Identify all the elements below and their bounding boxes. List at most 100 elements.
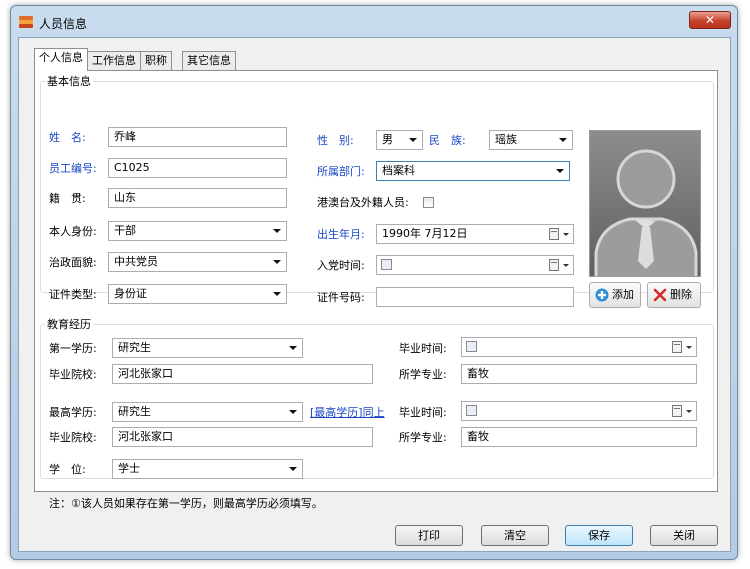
id-no-field[interactable] <box>376 287 574 307</box>
basic-info-legend: 基本信息 <box>47 75 91 88</box>
first-school-field[interactable]: 河北张家口 <box>112 364 373 384</box>
chevron-down-icon <box>686 346 692 349</box>
chevron-down-icon <box>556 169 564 173</box>
tab-personal-info[interactable]: 个人信息 <box>34 48 88 71</box>
chevron-down-icon <box>273 260 281 264</box>
academic-degree-value: 学士 <box>118 462 140 475</box>
plus-icon <box>595 288 609 302</box>
academic-degree-label: 学 位: <box>49 463 86 476</box>
first-grad-time-label: 毕业时间: <box>399 342 447 355</box>
first-degree-select[interactable]: 研究生 <box>112 338 303 358</box>
highest-grad-time-picker[interactable] <box>461 401 697 421</box>
tab-other-info[interactable]: 其它信息 <box>182 51 236 70</box>
party-date-label: 入党时间: <box>317 259 365 272</box>
calendar-icon <box>549 259 559 271</box>
highest-degree-value: 研究生 <box>118 405 151 418</box>
first-grad-time-picker[interactable] <box>461 337 697 357</box>
identity-value: 干部 <box>114 224 136 237</box>
chevron-down-icon <box>563 233 569 236</box>
first-grad-time-checkbox[interactable] <box>466 341 477 352</box>
id-type-value: 身份证 <box>114 287 147 300</box>
education-legend: 教育经历 <box>47 318 91 331</box>
delete-photo-button[interactable]: 删除 <box>647 282 701 308</box>
birth-date-picker[interactable]: 1990年 7月12日 <box>376 224 574 244</box>
first-degree-value: 研究生 <box>118 341 151 354</box>
personnel-window: 人员信息 ✕ 个人信息 工作信息 职称 其它信息 基本信息 姓 名: 乔峰 性 … <box>10 5 738 560</box>
native-place-label: 籍 贯: <box>49 192 86 205</box>
employee-no-label: 员工编号: <box>49 162 97 175</box>
id-no-label: 证件号码: <box>317 291 365 304</box>
first-major-label: 所学专业: <box>399 368 447 381</box>
chevron-down-icon <box>563 264 569 267</box>
party-date-picker[interactable] <box>376 255 574 275</box>
photo-placeholder <box>589 130 701 277</box>
first-school-label: 毕业院校: <box>49 368 97 381</box>
department-select[interactable]: 档案科 <box>376 161 570 181</box>
party-date-checkbox[interactable] <box>381 259 392 270</box>
first-degree-label: 第一学历: <box>49 342 97 355</box>
department-label: 所属部门: <box>317 165 365 178</box>
ethnicity-label: 民 族: <box>429 134 466 147</box>
birth-label: 出生年月: <box>317 228 365 241</box>
tab-title[interactable]: 职称 <box>140 51 172 70</box>
highest-major-label: 所学专业: <box>399 431 447 444</box>
print-button[interactable]: 打印 <box>395 525 463 546</box>
chevron-down-icon <box>273 292 281 296</box>
overseas-checkbox[interactable] <box>423 197 434 208</box>
department-value: 档案科 <box>382 164 415 177</box>
highest-school-field[interactable]: 河北张家口 <box>112 427 373 447</box>
political-value: 中共党员 <box>114 255 158 268</box>
calendar-icon <box>672 341 682 353</box>
chevron-down-icon <box>559 138 567 142</box>
close-window-button[interactable]: ✕ <box>689 11 731 29</box>
highest-degree-label: 最高学历: <box>49 406 97 419</box>
native-place-field[interactable]: 山东 <box>108 188 287 208</box>
chevron-down-icon <box>686 410 692 413</box>
window-title: 人员信息 <box>39 17 88 31</box>
highest-grad-time-label: 毕业时间: <box>399 406 447 419</box>
calendar-icon <box>549 228 559 240</box>
chevron-down-icon <box>289 467 297 471</box>
add-photo-button[interactable]: 添加 <box>589 282 641 308</box>
personal-info-panel: 基本信息 姓 名: 乔峰 性 别: 男 民 族: 瑶族 员工编号: C1025 … <box>34 70 718 510</box>
tab-work-info[interactable]: 工作信息 <box>87 51 141 70</box>
app-icon <box>19 16 33 28</box>
identity-label: 本人身份: <box>49 225 97 238</box>
add-photo-label: 添加 <box>612 288 634 301</box>
chevron-down-icon <box>289 346 297 350</box>
id-type-label: 证件类型: <box>49 288 97 301</box>
chevron-down-icon <box>289 410 297 414</box>
chevron-down-icon <box>273 229 281 233</box>
highest-major-field[interactable]: 畜牧 <box>461 427 697 447</box>
name-label: 姓 名: <box>49 131 86 144</box>
gender-select[interactable]: 男 <box>376 130 423 150</box>
political-select[interactable]: 中共党员 <box>108 252 287 272</box>
id-type-select[interactable]: 身份证 <box>108 284 287 304</box>
overseas-label: 港澳台及外籍人员: <box>317 196 409 209</box>
education-note: 注：①该人员如果存在第一学历，则最高学历必须填写。 <box>49 497 323 510</box>
birth-date-value: 1990年 7月12日 <box>382 227 468 240</box>
name-field[interactable]: 乔峰 <box>108 127 287 147</box>
clear-button[interactable]: 清空 <box>481 525 549 546</box>
calendar-icon <box>672 405 682 417</box>
ethnicity-select[interactable]: 瑶族 <box>489 130 573 150</box>
close-button[interactable]: 关闭 <box>650 525 718 546</box>
delete-photo-label: 删除 <box>670 288 692 301</box>
ethnicity-value: 瑶族 <box>495 133 517 146</box>
highest-school-label: 毕业院校: <box>49 431 97 444</box>
gender-label: 性 别: <box>317 134 354 147</box>
person-silhouette-icon <box>590 131 700 276</box>
chevron-down-icon <box>409 138 417 142</box>
first-major-field[interactable]: 畜牧 <box>461 364 697 384</box>
employee-no-field[interactable]: C1025 <box>108 158 287 178</box>
save-button[interactable]: 保存 <box>565 525 633 546</box>
gender-value: 男 <box>382 133 393 146</box>
title-bar[interactable]: 人员信息 ✕ <box>11 6 737 36</box>
client-area: 个人信息 工作信息 职称 其它信息 基本信息 姓 名: 乔峰 性 别: 男 民 … <box>18 37 731 552</box>
delete-x-icon <box>653 288 667 302</box>
academic-degree-select[interactable]: 学士 <box>112 459 303 479</box>
identity-select[interactable]: 干部 <box>108 221 287 241</box>
same-as-highest-link[interactable]: [最高学历]同上 <box>310 406 385 420</box>
highest-grad-time-checkbox[interactable] <box>466 405 477 416</box>
highest-degree-select[interactable]: 研究生 <box>112 402 303 422</box>
